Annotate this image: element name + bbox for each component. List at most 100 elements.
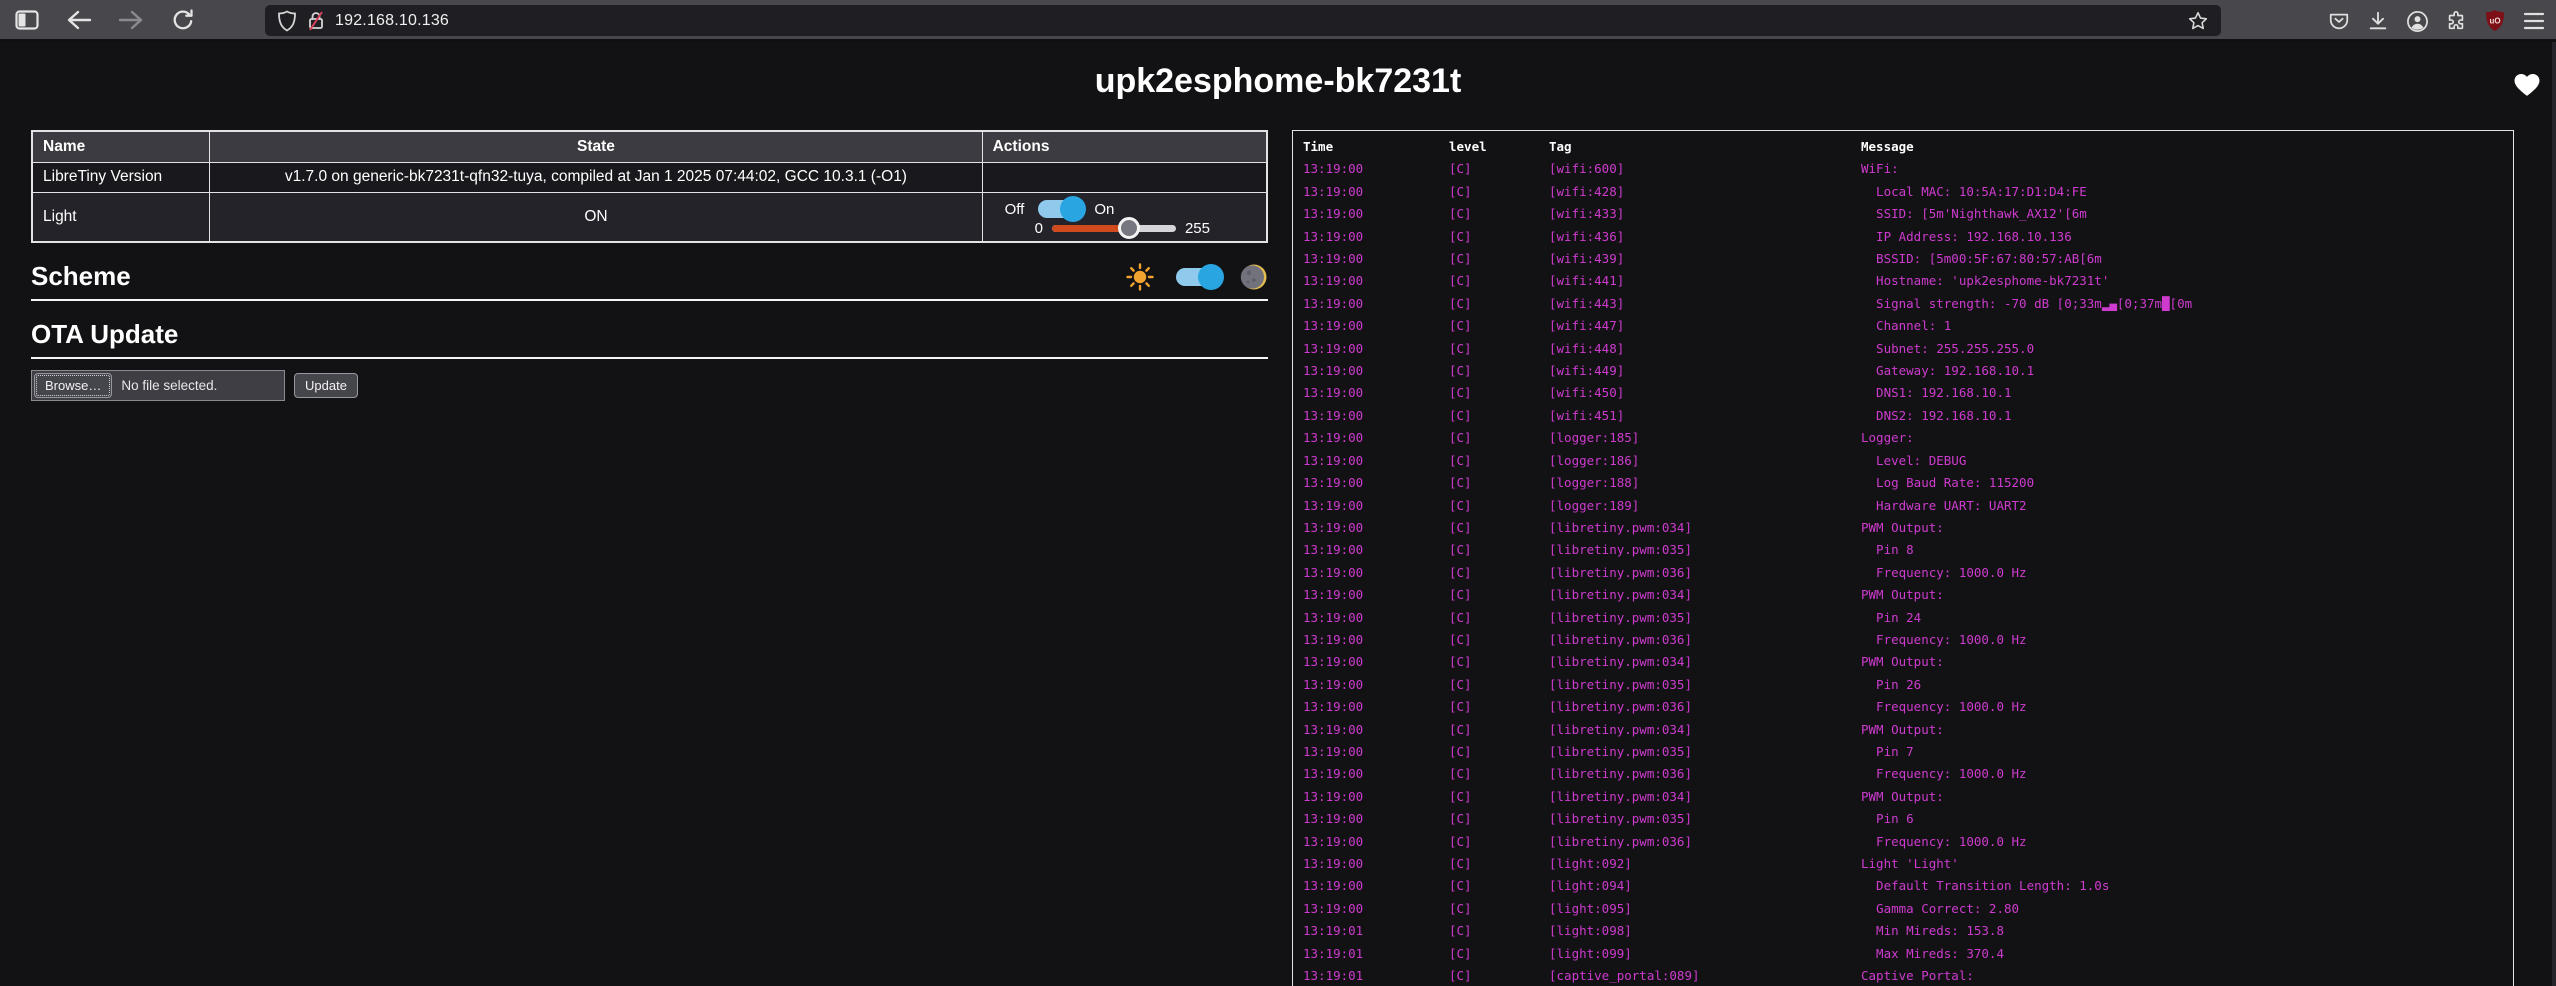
log-row: 13:19:01 [C] [light:099] Max Mireds: 370… xyxy=(1303,943,2513,965)
row-state: ON xyxy=(210,192,982,242)
log-message-cell: PWM Output: xyxy=(1861,651,2513,673)
moon-icon xyxy=(1240,263,1268,291)
log-tag-cell: [light:094] xyxy=(1549,875,1861,897)
log-time-cell: 13:19:01 xyxy=(1303,920,1449,942)
log-time-cell: 13:19:00 xyxy=(1303,472,1449,494)
col-header-name: Name xyxy=(32,131,210,162)
log-row: 13:19:00 [C] [wifi:441] Hostname: 'upk2e… xyxy=(1303,270,2513,292)
log-time-cell: 13:19:00 xyxy=(1303,270,1449,292)
lock-disabled-icon[interactable] xyxy=(307,10,325,32)
page-scrollbar[interactable] xyxy=(2552,42,2556,986)
log-tag-cell: [wifi:443] xyxy=(1549,293,1861,315)
url-text[interactable]: 192.168.10.136 xyxy=(335,12,449,30)
log-message-cell: DNS1: 192.168.10.1 xyxy=(1861,382,2513,404)
forward-icon[interactable] xyxy=(118,7,144,33)
log-time-cell: 13:19:00 xyxy=(1303,450,1449,472)
reload-icon[interactable] xyxy=(170,7,196,33)
log-level-cell: [C] xyxy=(1449,965,1549,986)
log-row: 13:19:00 [C] [libretiny.pwm:036] Frequen… xyxy=(1303,629,2513,651)
ublock-icon[interactable]: uO xyxy=(2483,9,2507,33)
extensions-puzzle-icon[interactable] xyxy=(2444,9,2468,33)
log-row: 13:19:00 [C] [wifi:448] Subnet: 255.255.… xyxy=(1303,338,2513,360)
log-tag-cell: [libretiny.pwm:036] xyxy=(1549,763,1861,785)
light-on-label[interactable]: On xyxy=(1094,201,1114,218)
scheme-toggle[interactable] xyxy=(1176,268,1218,286)
log-level-cell: [C] xyxy=(1449,629,1549,651)
log-row: 13:19:00 [C] [libretiny.pwm:035] Pin 7 xyxy=(1303,741,2513,763)
log-level-cell: [C] xyxy=(1449,517,1549,539)
log-message-cell: Hostname: 'upk2esphome-bk7231t' xyxy=(1861,270,2513,292)
log-row: 13:19:00 [C] [logger:189] Hardware UART:… xyxy=(1303,495,2513,517)
pocket-icon[interactable] xyxy=(2327,9,2351,33)
light-brightness-slider[interactable] xyxy=(1052,225,1176,232)
log-time-cell: 13:19:00 xyxy=(1303,651,1449,673)
log-message-cell: PWM Output: xyxy=(1861,719,2513,741)
log-time-cell: 13:19:00 xyxy=(1303,203,1449,225)
log-row: 13:19:00 [C] [libretiny.pwm:035] Pin 24 xyxy=(1303,607,2513,629)
log-tag-cell: [libretiny.pwm:036] xyxy=(1549,831,1861,853)
log-row: 13:19:00 [C] [wifi:450] DNS1: 192.168.10… xyxy=(1303,382,2513,404)
log-level-cell: [C] xyxy=(1449,382,1549,404)
account-icon[interactable] xyxy=(2405,9,2429,33)
log-col-level: level xyxy=(1449,136,1549,158)
log-time-cell: 13:19:00 xyxy=(1303,181,1449,203)
log-message-cell: Frequency: 1000.0 Hz xyxy=(1861,831,2513,853)
log-row: 13:19:00 [C] [libretiny.pwm:035] Pin 6 xyxy=(1303,808,2513,830)
browse-button[interactable]: Browse… xyxy=(34,373,112,398)
light-slider-min-label: 0 xyxy=(1035,220,1043,237)
download-icon[interactable] xyxy=(2366,9,2390,33)
bookmark-star-icon[interactable] xyxy=(2187,10,2209,32)
log-time-cell: 13:19:00 xyxy=(1303,808,1449,830)
log-level-cell: [C] xyxy=(1449,427,1549,449)
log-message-cell: Pin 6 xyxy=(1861,808,2513,830)
light-off-label[interactable]: Off xyxy=(1005,201,1025,218)
log-level-cell: [C] xyxy=(1449,472,1549,494)
log-message-cell: PWM Output: xyxy=(1861,584,2513,606)
log-row: 13:19:00 [C] [logger:185] Logger: xyxy=(1303,427,2513,449)
log-message-cell: IP Address: 192.168.10.136 xyxy=(1861,226,2513,248)
menu-hamburger-icon[interactable] xyxy=(2522,9,2546,33)
shield-icon[interactable] xyxy=(277,10,297,32)
log-message-cell: Gamma Correct: 2.80 xyxy=(1861,898,2513,920)
log-message-cell: Logger: xyxy=(1861,427,2513,449)
col-header-state: State xyxy=(210,131,982,162)
log-time-cell: 13:19:00 xyxy=(1303,898,1449,920)
log-level-cell: [C] xyxy=(1449,315,1549,337)
log-tag-cell: [libretiny.pwm:034] xyxy=(1549,517,1861,539)
update-button[interactable]: Update xyxy=(294,373,358,398)
log-time-cell: 13:19:00 xyxy=(1303,786,1449,808)
log-level-cell: [C] xyxy=(1449,831,1549,853)
log-row: 13:19:00 [C] [wifi:600] WiFi: xyxy=(1303,158,2513,180)
back-icon[interactable] xyxy=(66,7,92,33)
sun-icon xyxy=(1126,263,1154,291)
log-time-cell: 13:19:00 xyxy=(1303,382,1449,404)
log-time-cell: 13:19:00 xyxy=(1303,696,1449,718)
ota-file-input[interactable]: Browse… No file selected. xyxy=(31,370,285,401)
log-message-cell: Pin 24 xyxy=(1861,607,2513,629)
url-bar[interactable]: 192.168.10.136 xyxy=(265,5,2221,36)
log-time-cell: 13:19:00 xyxy=(1303,158,1449,180)
log-level-cell: [C] xyxy=(1449,674,1549,696)
log-tag-cell: [libretiny.pwm:034] xyxy=(1549,719,1861,741)
log-row: 13:19:00 [C] [libretiny.pwm:034] PWM Out… xyxy=(1303,651,2513,673)
log-message-cell: Signal strength: -70 dB [0;33m▂▄[0;37m█[… xyxy=(1861,293,2513,315)
svg-text:uO: uO xyxy=(2489,17,2500,26)
log-panel[interactable]: Time level Tag Message 13:19:00 [C] [wif… xyxy=(1292,130,2514,986)
scheme-toggle-knob[interactable] xyxy=(1198,264,1224,290)
log-tag-cell: [libretiny.pwm:034] xyxy=(1549,584,1861,606)
log-level-cell: [C] xyxy=(1449,293,1549,315)
log-message-cell: Pin 26 xyxy=(1861,674,2513,696)
log-row: 13:19:00 [C] [libretiny.pwm:034] PWM Out… xyxy=(1303,786,2513,808)
log-time-cell: 13:19:00 xyxy=(1303,539,1449,561)
light-slider-thumb[interactable] xyxy=(1118,217,1140,239)
log-tag-cell: [logger:188] xyxy=(1549,472,1861,494)
sidebar-icon[interactable] xyxy=(14,7,40,33)
light-toggle-knob[interactable] xyxy=(1060,196,1086,222)
table-row-light: Light ON Off On 0 255 xyxy=(32,192,1267,242)
log-level-cell: [C] xyxy=(1449,203,1549,225)
light-toggle[interactable] xyxy=(1038,200,1080,218)
log-tag-cell: [captive_portal:089] xyxy=(1549,965,1861,986)
log-time-cell: 13:19:00 xyxy=(1303,226,1449,248)
log-message-cell: Max Mireds: 370.4 xyxy=(1861,943,2513,965)
log-tag-cell: [wifi:433] xyxy=(1549,203,1861,225)
